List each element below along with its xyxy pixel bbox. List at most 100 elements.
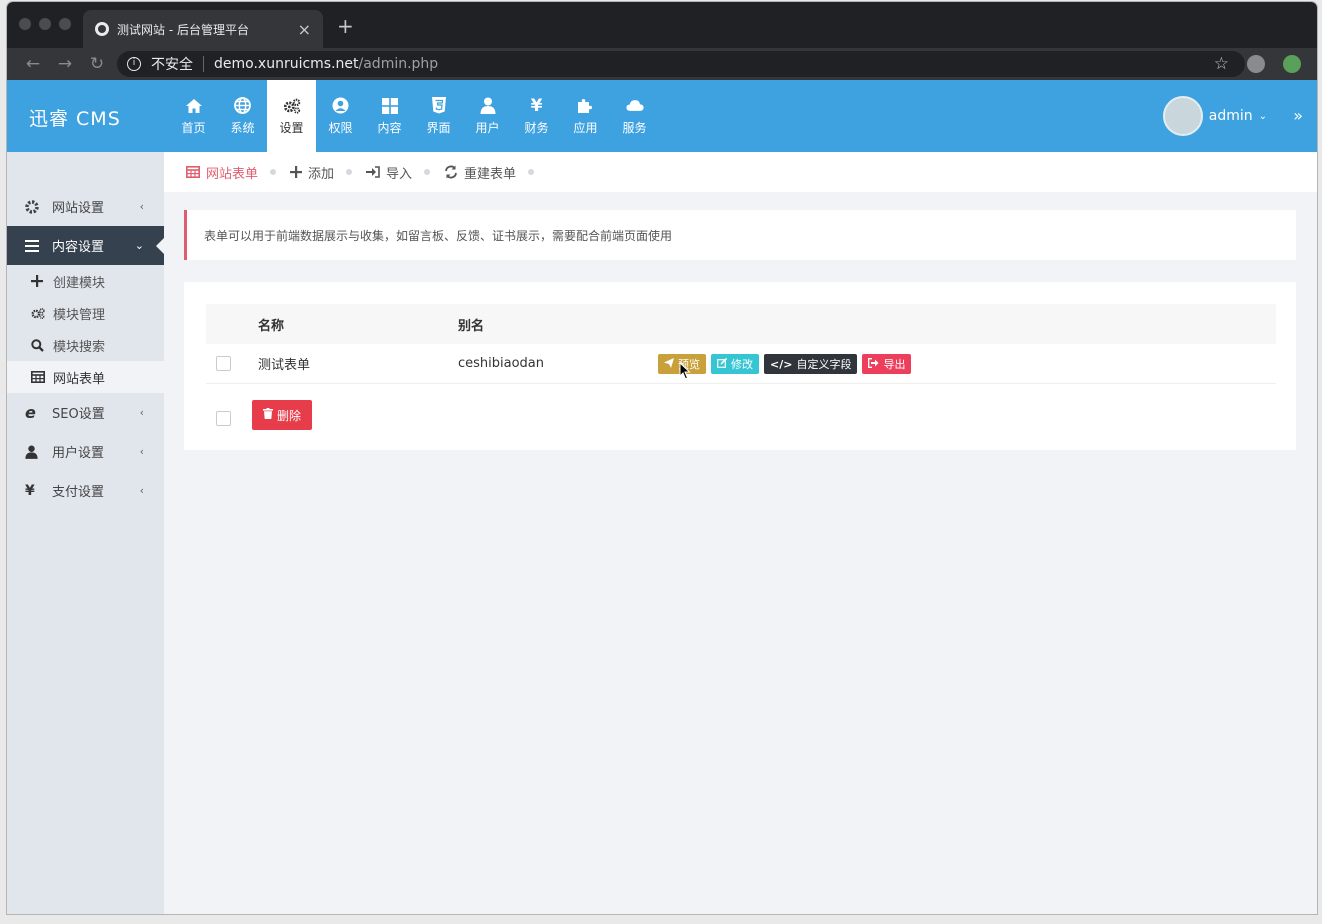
close-window-button[interactable] (19, 18, 31, 30)
globe-icon (95, 22, 109, 36)
nav-permission[interactable]: 权限 (316, 80, 365, 152)
sidebar-item-seo-settings[interactable]: e SEO设置 ‹ (7, 393, 164, 432)
nav-label: 用户 (475, 120, 500, 135)
sidebar-subitem-module-manage[interactable]: 模块管理 (7, 297, 164, 329)
row-checkbox[interactable] (216, 356, 231, 371)
toolbar-separator (528, 169, 535, 175)
mouse-cursor-icon (679, 361, 691, 384)
sidebar-item-label: 用户设置 (52, 446, 105, 461)
reload-icon[interactable]: ↻ (81, 54, 113, 74)
ie-icon: e (25, 403, 36, 422)
yen-icon: ¥ (25, 482, 35, 499)
nav-settings[interactable]: 设置 (267, 80, 316, 152)
bookmark-star-icon[interactable]: ☆ (1214, 54, 1229, 74)
chevron-left-icon: ‹ (139, 406, 144, 419)
sidebar-submenu: 创建模块 模块管理 模块搜索 网站表单 (7, 265, 164, 393)
toolbar-label: 添加 (308, 166, 335, 182)
row-name: 测试表单 (258, 358, 311, 373)
maximize-window-button[interactable] (59, 18, 71, 30)
custom-fields-button[interactable]: </> 自定义字段 (764, 354, 858, 374)
double-chevron-right-icon[interactable]: » (1293, 106, 1303, 125)
table-header: 名称 别名 (206, 304, 1276, 344)
avatar[interactable] (1162, 96, 1203, 136)
sidebar-item-label: 模块搜索 (53, 339, 106, 355)
sidebar-item-content-settings[interactable]: 内容设置 ⌄ (7, 226, 164, 265)
cms-logo[interactable]: 迅睿 CMS (29, 104, 121, 131)
back-icon[interactable]: ← (17, 54, 49, 74)
toolbar-import[interactable]: 导入 (366, 163, 412, 182)
tab-close-icon[interactable]: × (298, 20, 311, 39)
toolbar-label: 重建表单 (464, 166, 517, 182)
nav-home[interactable]: 首页 (169, 80, 218, 152)
page-toolbar: 网站表单 添加 导入 重建表单 (164, 152, 1317, 192)
nav-label: 服务 (622, 120, 647, 135)
nav-system[interactable]: 系统 (218, 80, 267, 152)
forward-icon[interactable]: → (49, 54, 81, 74)
button-label: 修改 (731, 358, 753, 371)
select-all-checkbox[interactable] (216, 411, 231, 426)
nav-service[interactable]: 服务 (610, 80, 659, 152)
send-icon (664, 357, 674, 371)
nav-apps[interactable]: 应用 (561, 80, 610, 152)
button-label: 导出 (883, 358, 906, 371)
minimize-window-button[interactable] (39, 18, 51, 30)
sidebar-item-payment-settings[interactable]: ¥ 支付设置 ‹ (7, 471, 164, 510)
sidebar-subitem-create-module[interactable]: 创建模块 (7, 265, 164, 297)
table-row: 测试表单 ceshibiaodan 预览 修改 </> 自定义字段 导出 (206, 344, 1276, 384)
sidebar-item-label: 支付设置 (52, 485, 105, 500)
cogs-icon (31, 307, 45, 320)
nav-content[interactable]: 内容 (365, 80, 414, 152)
delete-button[interactable]: 删除 (252, 400, 312, 430)
toolbar-rebuild[interactable]: 重建表单 (444, 163, 516, 182)
sidebar-item-label: 网站设置 (52, 201, 105, 216)
browser-tab[interactable]: 测试网站 - 后台管理平台 × (83, 10, 323, 48)
new-tab-button[interactable]: + (337, 14, 354, 38)
toolbar-add[interactable]: 添加 (290, 163, 334, 182)
info-note: 表单可以用于前端数据展示与收集，如留言板、反馈、证书展示，需要配合前端页面使用 (184, 210, 1296, 260)
home-icon (185, 97, 203, 115)
nav-users[interactable]: 用户 (463, 80, 512, 152)
yen-icon: ¥ (530, 95, 543, 116)
toolbar-separator (270, 169, 277, 175)
toolbar-separator (424, 169, 431, 175)
extension-icon[interactable] (1283, 55, 1301, 73)
profile-icon[interactable] (1247, 55, 1265, 73)
column-header-name: 名称 (258, 318, 285, 334)
chevron-down-icon: ⌄ (134, 239, 144, 252)
url-separator (203, 56, 204, 72)
address-bar: ← → ↻ i 不安全 demo.xunruicms.net /admin.ph… (7, 48, 1317, 80)
sidebar-item-site-settings[interactable]: 网站设置 ‹ (7, 187, 164, 226)
toolbar-label: 网站表单 (206, 166, 259, 182)
sidebar-subitem-site-forms[interactable]: 网站表单 (7, 361, 164, 393)
cloud-icon (625, 97, 644, 115)
sidebar-item-label: 创建模块 (53, 275, 106, 291)
column-header-alias: 别名 (458, 318, 485, 334)
nav-label: 应用 (573, 120, 598, 135)
user-icon (479, 97, 497, 115)
sidebar-subitem-module-search[interactable]: 模块搜索 (7, 329, 164, 361)
sidebar-item-user-settings[interactable]: 用户设置 ‹ (7, 432, 164, 471)
edit-button[interactable]: 修改 (711, 354, 759, 374)
nav-finance[interactable]: ¥ 财务 (512, 80, 561, 152)
user-icon (25, 445, 39, 459)
sidebar-item-label: 内容设置 (52, 240, 105, 255)
plus-icon (31, 275, 45, 287)
user-menu[interactable]: admin ⌄ (1162, 96, 1267, 136)
edit-icon (717, 357, 728, 371)
refresh-icon (444, 165, 458, 179)
toolbar-site-forms[interactable]: 网站表单 (186, 163, 258, 182)
export-button[interactable]: 导出 (862, 354, 912, 374)
info-icon[interactable]: i (127, 57, 141, 71)
chevron-down-icon: ⌄ (1258, 110, 1267, 122)
nav-label: 权限 (328, 120, 353, 135)
button-label: 自定义字段 (796, 358, 852, 371)
url-path: /admin.php (358, 56, 439, 72)
gears-icon (283, 97, 301, 115)
toolbar-separator (346, 169, 353, 175)
row-actions: 预览 修改 </> 自定义字段 导出 (658, 354, 912, 374)
nav-label: 财务 (524, 120, 549, 135)
sidebar: 网站设置 ‹ 内容设置 ⌄ 创建模块 模块管理 模块搜索 网站表单 e SEO设… (7, 152, 164, 914)
windows-icon (381, 97, 399, 115)
nav-interface[interactable]: 界面 (414, 80, 463, 152)
url-field[interactable]: i 不安全 demo.xunruicms.net /admin.php (117, 51, 1245, 77)
